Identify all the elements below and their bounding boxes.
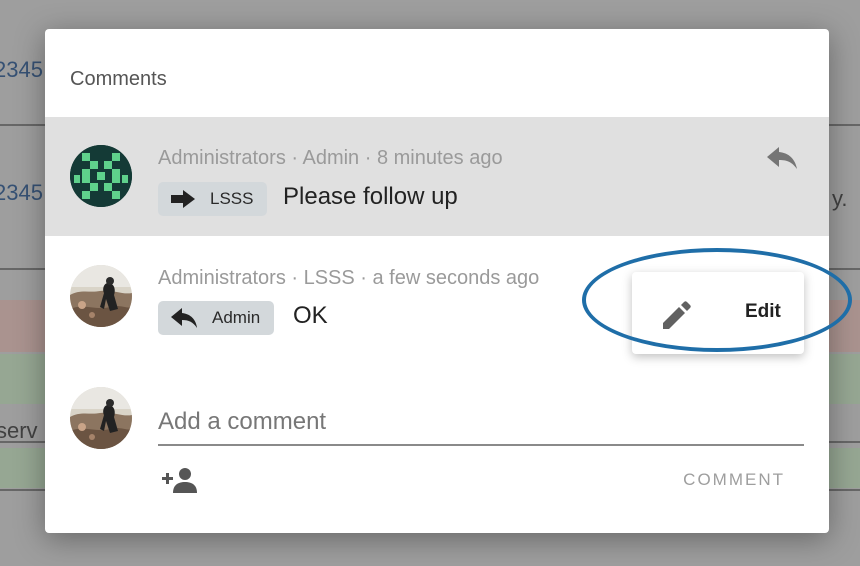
dialog-title: Comments <box>70 68 167 90</box>
bg-text-fragment: 2345 <box>0 180 43 205</box>
menu-item-edit[interactable]: Edit <box>632 272 804 354</box>
photo-avatar-icon <box>70 387 132 449</box>
comment-meta: Administrators · Admin · 8 minutes ago <box>158 147 503 169</box>
avatar <box>70 145 132 207</box>
menu-item-label: Edit <box>745 301 781 322</box>
person-add-icon[interactable] <box>162 466 198 499</box>
recipient-chip: LSSS <box>158 182 268 216</box>
avatar <box>70 265 132 327</box>
comment-submit-button[interactable]: COMMENT <box>665 465 785 495</box>
arrow-right-icon <box>171 190 195 208</box>
photo-avatar-icon <box>70 265 132 327</box>
bg-text-fragment: y. <box>832 186 848 211</box>
reply-icon[interactable] <box>766 145 798 176</box>
chip-label: LSSS <box>210 189 254 208</box>
comment-text: OK <box>293 302 328 329</box>
comment-meta: Administrators · LSSS · a few seconds ag… <box>158 267 540 289</box>
comment-text: Please follow up <box>283 183 458 210</box>
reply-icon <box>171 308 197 328</box>
bg-text-fragment: serv <box>0 418 38 443</box>
comment-item[interactable]: Administrators · Admin · 8 minutes ago L… <box>45 117 829 236</box>
chip-label: Admin <box>212 308 261 327</box>
current-user-avatar <box>70 387 132 449</box>
add-comment-input[interactable] <box>158 400 804 446</box>
recipient-chip: Admin <box>158 301 275 335</box>
pencil-icon <box>663 301 691 329</box>
comments-dialog: Comments Administrators · Admin · 8 minu… <box>45 29 852 533</box>
identicon-avatar-icon <box>70 145 132 207</box>
bg-text-fragment: 2345 <box>0 57 43 82</box>
comment-context-menu: Edit <box>632 272 804 354</box>
